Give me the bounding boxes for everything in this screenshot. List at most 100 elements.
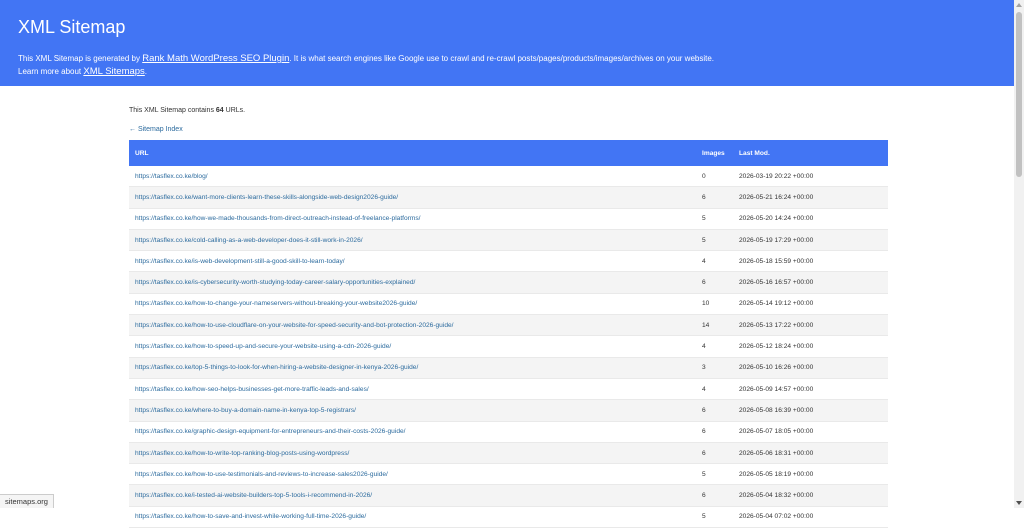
images-count-cell: 10 — [696, 293, 733, 316]
main-content: This XML Sitemap contains 64 URLs. ← Sit… — [129, 104, 888, 528]
status-bar-link-preview: sitemaps.org — [0, 494, 54, 508]
images-count-cell: 4 — [696, 378, 733, 401]
url-cell: https://tasflex.co.ke/how-to-change-your… — [129, 293, 696, 316]
table-row: https://tasflex.co.ke/how-we-made-thousa… — [129, 208, 888, 230]
images-count-cell: 5 — [696, 229, 733, 252]
last-mod-cell: 2026-05-04 18:32 +00:00 — [733, 484, 888, 507]
url-cell: https://tasflex.co.ke/how-to-use-cloudfl… — [129, 314, 696, 337]
url-cell: https://tasflex.co.ke/is-cybersecurity-w… — [129, 271, 696, 294]
images-count-cell: 6 — [696, 271, 733, 294]
table-header-row: URL Images Last Mod. — [129, 140, 888, 166]
last-mod-cell: 2026-05-20 14:24 +00:00 — [733, 208, 888, 230]
table-row: https://tasflex.co.ke/where-to-buy-a-dom… — [129, 399, 888, 422]
sitemap-index-link[interactable]: ← Sitemap Index — [129, 126, 888, 133]
last-mod-cell: 2026-03-19 20:22 +00:00 — [733, 166, 888, 188]
url-link[interactable]: https://tasflex.co.ke/is-web-development… — [135, 258, 345, 265]
column-header-url[interactable]: URL — [129, 140, 696, 166]
url-link[interactable]: https://tasflex.co.ke/top-5-things-to-lo… — [135, 364, 418, 371]
scrollbar-thumb[interactable] — [1016, 12, 1022, 177]
page-title: XML Sitemap — [18, 17, 126, 37]
url-cell: https://tasflex.co.ke/where-to-buy-a-dom… — [129, 399, 696, 422]
last-mod-cell: 2026-05-04 07:02 +00:00 — [733, 506, 888, 528]
last-mod-cell: 2026-05-18 15:59 +00:00 — [733, 250, 888, 273]
url-link[interactable]: https://tasflex.co.ke/i-tested-ai-websit… — [135, 492, 372, 499]
table-row: https://tasflex.co.ke/is-cybersecurity-w… — [129, 271, 888, 294]
table-row: https://tasflex.co.ke/how-to-save-and-in… — [129, 506, 888, 528]
sitemap-table: URL Images Last Mod. https://tasflex.co.… — [129, 140, 888, 528]
images-count-cell: 5 — [696, 506, 733, 528]
url-link[interactable]: https://tasflex.co.ke/how-we-made-thousa… — [135, 215, 420, 222]
url-link[interactable]: https://tasflex.co.ke/graphic-design-equ… — [135, 428, 405, 435]
url-cell: https://tasflex.co.ke/graphic-design-equ… — [129, 421, 696, 443]
scroll-down-arrow-icon[interactable] — [1016, 501, 1022, 505]
last-mod-cell: 2026-05-09 14:57 +00:00 — [733, 378, 888, 401]
last-mod-cell: 2026-05-16 16:57 +00:00 — [733, 271, 888, 294]
images-count-cell: 4 — [696, 250, 733, 273]
table-row: https://tasflex.co.ke/graphic-design-equ… — [129, 421, 888, 443]
last-mod-cell: 2026-05-07 18:05 +00:00 — [733, 421, 888, 443]
images-count-cell: 5 — [696, 208, 733, 230]
last-mod-cell: 2026-05-05 18:19 +00:00 — [733, 463, 888, 486]
url-link[interactable]: https://tasflex.co.ke/how-seo-helps-busi… — [135, 386, 369, 393]
table-row: https://tasflex.co.ke/how-seo-helps-busi… — [129, 378, 888, 401]
table-row: https://tasflex.co.ke/i-tested-ai-websit… — [129, 484, 888, 507]
table-row: https://tasflex.co.ke/how-to-use-cloudfl… — [129, 314, 888, 337]
page-header: XML Sitemap This XML Sitemap is generate… — [0, 0, 1014, 86]
url-link[interactable]: https://tasflex.co.ke/how-to-use-cloudfl… — [135, 322, 453, 329]
url-link[interactable]: https://tasflex.co.ke/where-to-buy-a-dom… — [135, 407, 356, 414]
url-link[interactable]: https://tasflex.co.ke/how-to-use-testimo… — [135, 471, 388, 478]
table-row: https://tasflex.co.ke/cold-calling-as-a-… — [129, 229, 888, 252]
table-body: https://tasflex.co.ke/blog/0 2026-03-19 2… — [129, 166, 888, 528]
url-count: 64 — [215, 107, 224, 114]
vertical-scrollbar[interactable] — [1014, 0, 1024, 508]
url-cell: https://tasflex.co.ke/want-more-clients-… — [129, 186, 696, 209]
images-count-cell: 0 — [696, 166, 733, 188]
url-cell: https://tasflex.co.ke/how-to-save-and-in… — [129, 506, 696, 528]
table-row: https://tasflex.co.ke/how-to-change-your… — [129, 293, 888, 316]
last-mod-cell: 2026-05-14 19:12 +00:00 — [733, 293, 888, 316]
url-link[interactable]: https://tasflex.co.ke/is-cybersecurity-w… — [135, 279, 415, 286]
url-link[interactable]: https://tasflex.co.ke/blog/ — [135, 173, 208, 180]
table-row: https://tasflex.co.ke/how-to-write-top-r… — [129, 442, 888, 465]
url-cell: https://tasflex.co.ke/how-to-write-top-r… — [129, 442, 696, 465]
url-cell: https://tasflex.co.ke/how-we-made-thousa… — [129, 208, 696, 230]
url-cell: https://tasflex.co.ke/is-web-development… — [129, 250, 696, 273]
url-cell: https://tasflex.co.ke/how-seo-helps-busi… — [129, 378, 696, 401]
table-row: https://tasflex.co.ke/is-web-development… — [129, 250, 888, 273]
rank-math-plugin-link[interactable]: Rank Math WordPress SEO Plugin — [142, 53, 289, 64]
url-cell: https://tasflex.co.ke/i-tested-ai-websit… — [129, 484, 696, 507]
url-link[interactable]: https://tasflex.co.ke/how-to-save-and-in… — [135, 513, 366, 520]
table-row: https://tasflex.co.ke/blog/0 2026-03-19 2… — [129, 166, 888, 188]
images-count-cell: 6 — [696, 186, 733, 209]
last-mod-cell: 2026-05-08 16:39 +00:00 — [733, 399, 888, 422]
images-count-cell: 6 — [696, 421, 733, 443]
url-cell: https://tasflex.co.ke/how-to-speed-up-an… — [129, 335, 696, 358]
xml-sitemaps-link[interactable]: XML Sitemaps — [83, 66, 144, 77]
table-row: https://tasflex.co.ke/how-to-use-testimo… — [129, 463, 888, 486]
last-mod-cell: 2026-05-13 17:22 +00:00 — [733, 314, 888, 337]
url-link[interactable]: https://tasflex.co.ke/cold-calling-as-a-… — [135, 237, 363, 244]
column-header-last-mod[interactable]: Last Mod. — [733, 140, 888, 166]
url-link[interactable]: https://tasflex.co.ke/how-to-speed-up-an… — [135, 343, 391, 350]
images-count-cell: 5 — [696, 463, 733, 486]
sitemap-url-count: This XML Sitemap contains 64 URLs. — [129, 107, 246, 114]
table-row: https://tasflex.co.ke/want-more-clients-… — [129, 186, 888, 209]
images-count-cell: 6 — [696, 399, 733, 422]
url-cell: https://tasflex.co.ke/cold-calling-as-a-… — [129, 229, 696, 252]
last-mod-cell: 2026-05-10 16:26 +00:00 — [733, 357, 888, 379]
url-cell: https://tasflex.co.ke/blog/ — [129, 166, 696, 188]
last-mod-cell: 2026-05-19 17:29 +00:00 — [733, 229, 888, 252]
images-count-cell: 4 — [696, 335, 733, 358]
url-link[interactable]: https://tasflex.co.ke/how-to-write-top-r… — [135, 450, 349, 457]
table-row: https://tasflex.co.ke/top-5-things-to-lo… — [129, 357, 888, 379]
url-cell: https://tasflex.co.ke/top-5-things-to-lo… — [129, 357, 696, 379]
table-row: https://tasflex.co.ke/how-to-speed-up-an… — [129, 335, 888, 358]
last-mod-cell: 2026-05-06 18:31 +00:00 — [733, 442, 888, 465]
url-link[interactable]: https://tasflex.co.ke/want-more-clients-… — [135, 194, 398, 201]
url-link[interactable]: https://tasflex.co.ke/how-to-change-your… — [135, 300, 417, 307]
url-cell: https://tasflex.co.ke/how-to-use-testimo… — [129, 463, 696, 486]
images-count-cell: 6 — [696, 484, 733, 507]
scroll-up-arrow-icon[interactable] — [1016, 3, 1022, 7]
header-description: This XML Sitemap is generated by Rank Ma… — [18, 53, 715, 77]
column-header-images[interactable]: Images — [696, 140, 733, 166]
